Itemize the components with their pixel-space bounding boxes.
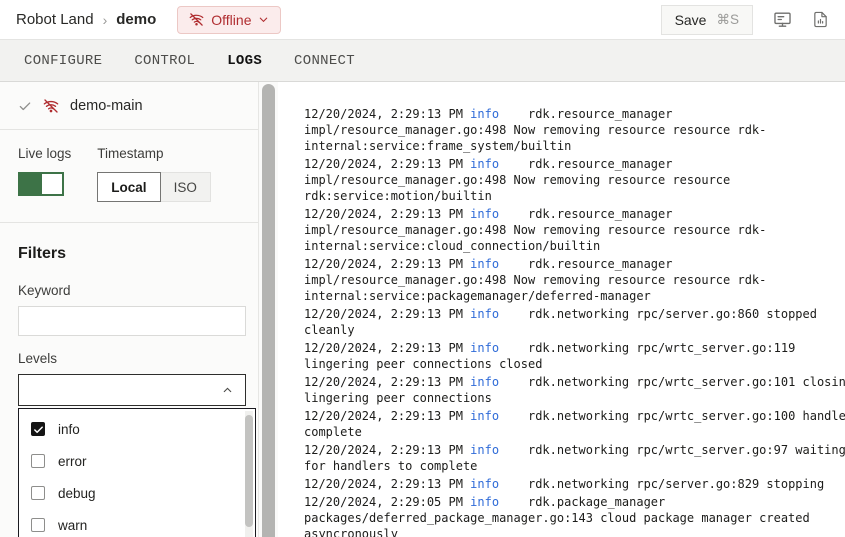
live-logs-toggle[interactable] — [18, 172, 64, 196]
tab-configure[interactable]: CONFIGURE — [24, 53, 102, 69]
breadcrumb-current: demo — [116, 11, 156, 28]
log-list: 12/20/2024, 2:29:13 PM info rdk.resource… — [304, 106, 845, 537]
levels-dropdown-panel: infoerrordebugwarnfatal — [18, 408, 256, 537]
breadcrumb-parent[interactable]: Robot Land — [16, 11, 94, 28]
level-option-error[interactable]: error — [19, 445, 255, 477]
tab-logs[interactable]: LOGS — [227, 53, 262, 69]
level-option-warn[interactable]: warn — [19, 509, 255, 537]
log-entry: 12/20/2024, 2:29:13 PM info rdk.networki… — [304, 306, 845, 338]
header-actions: Save ⌘S — [661, 5, 829, 35]
log-entry: 12/20/2024, 2:29:13 PM info rdk.resource… — [304, 256, 845, 304]
sidebar-scrollbar-thumb[interactable] — [262, 84, 275, 537]
level-option-label: info — [58, 422, 80, 437]
chevron-down-icon — [258, 14, 269, 25]
checkbox-unchecked[interactable] — [31, 518, 45, 532]
log-level-badge: info — [470, 375, 499, 389]
log-entry: 12/20/2024, 2:29:13 PM info rdk.resource… — [304, 156, 845, 204]
tab-connect[interactable]: CONNECT — [294, 53, 355, 69]
timestamp-label: Timestamp — [97, 146, 211, 161]
levels-select[interactable] — [18, 374, 246, 406]
log-level-badge: info — [470, 443, 499, 457]
machine-monitor-icon[interactable] — [773, 10, 792, 29]
log-entry: 12/20/2024, 2:29:13 PM info rdk.resource… — [304, 106, 845, 154]
log-entry: 12/20/2024, 2:29:13 PM info rdk.networki… — [304, 442, 845, 474]
log-level-badge: info — [470, 341, 499, 355]
level-option-label: debug — [58, 486, 96, 501]
levels-label: Levels — [18, 351, 240, 366]
status-label: Offline — [211, 12, 251, 28]
level-option-label: error — [58, 454, 87, 469]
part-row-demo-main[interactable]: demo-main — [0, 82, 258, 130]
level-option-label: warn — [58, 518, 87, 533]
log-panel: 12/20/2024, 2:29:13 PM info rdk.resource… — [278, 82, 845, 537]
log-level-badge: info — [470, 307, 499, 321]
part-offline-icon — [43, 98, 59, 114]
offline-icon — [189, 12, 204, 27]
sidebar-scrollbar-track[interactable] — [258, 82, 278, 537]
timestamp-option-iso[interactable]: ISO — [161, 172, 211, 202]
checkbox-checked[interactable] — [31, 422, 45, 436]
check-icon — [18, 99, 32, 113]
level-option-debug[interactable]: debug — [19, 477, 255, 509]
tab-control[interactable]: CONTROL — [134, 53, 195, 69]
log-entry: 12/20/2024, 2:29:13 PM info rdk.networki… — [304, 476, 845, 492]
timestamp-control: Timestamp Local ISO — [97, 146, 211, 202]
save-label: Save — [675, 12, 707, 28]
log-entry: 12/20/2024, 2:29:05 PM info rdk.package_… — [304, 494, 845, 537]
filters-title: Filters — [18, 245, 240, 263]
checkbox-unchecked[interactable] — [31, 486, 45, 500]
live-logs-label: Live logs — [18, 146, 71, 161]
breadcrumb: Robot Land › demo — [16, 11, 156, 28]
log-entry: 12/20/2024, 2:29:13 PM info rdk.networki… — [304, 408, 845, 440]
part-name: demo-main — [70, 98, 143, 114]
keyword-label: Keyword — [18, 283, 240, 298]
log-level-badge: info — [470, 495, 499, 509]
log-level-badge: info — [470, 207, 499, 221]
file-chart-icon[interactable] — [812, 11, 829, 28]
save-button[interactable]: Save ⌘S — [661, 5, 753, 35]
log-level-badge: info — [470, 257, 499, 271]
tab-bar: CONFIGURE CONTROL LOGS CONNECT — [0, 40, 845, 82]
log-level-badge: info — [470, 107, 499, 121]
dropdown-scrollbar-thumb[interactable] — [245, 415, 253, 527]
log-entry: 12/20/2024, 2:29:13 PM info rdk.resource… — [304, 206, 845, 254]
app-header: Robot Land › demo Offline Save ⌘S — [0, 0, 845, 40]
status-badge[interactable]: Offline — [177, 6, 281, 34]
toggle-knob — [42, 174, 62, 194]
breadcrumb-separator-icon: › — [103, 12, 108, 28]
chevron-up-icon — [221, 384, 234, 397]
timestamp-segmented: Local ISO — [97, 172, 211, 202]
log-level-badge: info — [470, 477, 499, 491]
keyword-input[interactable] — [18, 306, 246, 336]
timestamp-option-local[interactable]: Local — [97, 172, 160, 202]
main-content: demo-main Live logs Timestamp Local ISO … — [0, 82, 845, 537]
log-controls: Live logs Timestamp Local ISO — [0, 130, 258, 223]
log-level-badge: info — [470, 157, 499, 171]
log-level-badge: info — [470, 409, 499, 423]
logs-sidebar: demo-main Live logs Timestamp Local ISO … — [0, 82, 258, 537]
live-logs-control: Live logs — [18, 146, 71, 202]
log-entry: 12/20/2024, 2:29:13 PM info rdk.networki… — [304, 374, 845, 406]
level-option-info[interactable]: info — [19, 413, 255, 445]
save-shortcut: ⌘S — [716, 12, 739, 28]
filters-section: Filters Keyword Levels info error debug war… — [0, 223, 258, 537]
log-entry: 12/20/2024, 2:29:13 PM info rdk.networki… — [304, 340, 845, 372]
checkbox-unchecked[interactable] — [31, 454, 45, 468]
